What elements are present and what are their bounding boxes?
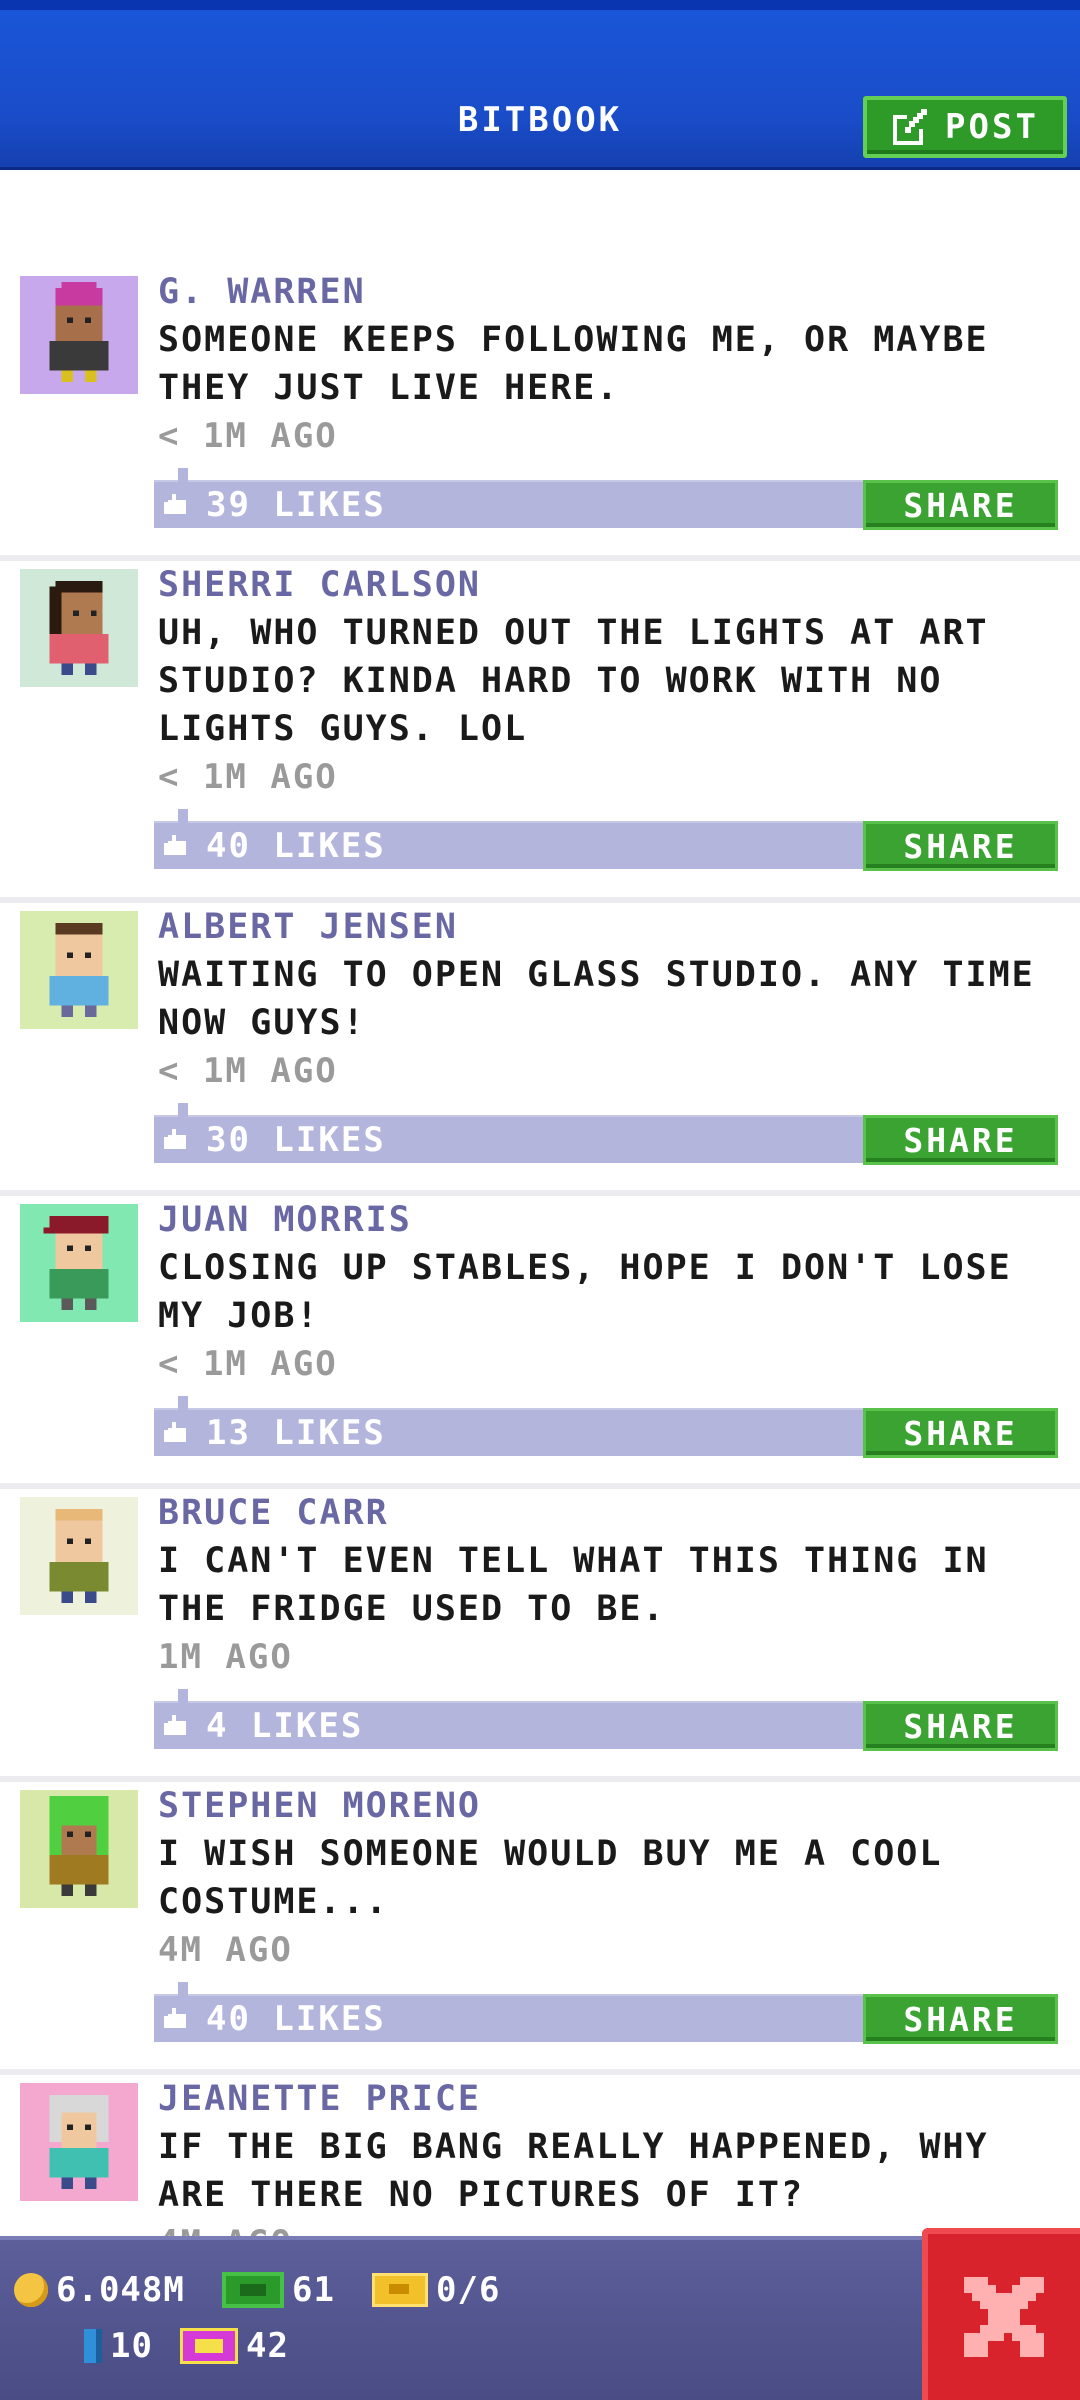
feed-post: STEPHEN MORENO I WISH SOMEONE WOULD BUY … — [0, 1782, 1080, 2075]
feed-post: BRUCE CARR I CAN'T EVEN TELL WHAT THIS T… — [0, 1489, 1080, 1782]
vip-value: 42 — [246, 2326, 289, 2366]
post-author[interactable]: BRUCE CARR — [158, 1489, 1068, 1537]
thumbs-up-icon[interactable] — [164, 1422, 188, 1444]
share-button[interactable]: SHARE — [863, 821, 1058, 871]
bux-value: 61 — [292, 2270, 335, 2310]
coins-stat[interactable]: 6.048M — [14, 2270, 185, 2310]
post-author[interactable]: ALBERT JENSEN — [158, 903, 1068, 951]
thumbs-up-icon[interactable] — [164, 494, 188, 516]
thumbs-up-icon[interactable] — [164, 1129, 188, 1151]
likes-bar: 13 LIKES SHARE — [154, 1396, 1058, 1458]
cubes-value: 10 — [110, 2326, 153, 2366]
likes-count: 40 LIKES — [206, 1999, 386, 2039]
share-button[interactable]: SHARE — [863, 1408, 1058, 1458]
post-time: < 1M AGO — [158, 1344, 338, 1384]
avatar[interactable] — [20, 1204, 138, 1322]
post-time: 1M AGO — [158, 1637, 293, 1677]
feed-post: G. WARREN SOMEONE KEEPS FOLLOWING ME, OR… — [0, 268, 1080, 561]
news-feed[interactable]: G. WARREN SOMEONE KEEPS FOLLOWING ME, OR… — [0, 268, 1080, 2368]
avatar[interactable] — [20, 1497, 138, 1615]
avatar[interactable] — [20, 2083, 138, 2201]
post-message: IF THE BIG BANG REALLY HAPPENED, WHY ARE… — [158, 2127, 989, 2215]
tickets-value: 0/6 — [436, 2270, 501, 2310]
post-author[interactable]: JEANETTE PRICE — [158, 2075, 1068, 2123]
avatar[interactable] — [20, 1790, 138, 1908]
share-button[interactable]: SHARE — [863, 1701, 1058, 1751]
post-time: < 1M AGO — [158, 757, 338, 797]
thumbs-up-icon[interactable] — [164, 835, 188, 857]
cube-icon — [84, 2329, 102, 2363]
likes-bar: 40 LIKES SHARE — [154, 1982, 1058, 2044]
post-author[interactable]: STEPHEN MORENO — [158, 1782, 1068, 1830]
close-button[interactable] — [922, 2228, 1080, 2400]
likes-count: 40 LIKES — [206, 826, 386, 866]
status-bar: 6.048M 61 0/6 10 42 — [0, 2236, 1080, 2400]
avatar[interactable] — [20, 569, 138, 687]
post-time: < 1M AGO — [158, 416, 338, 456]
post-button-label: POST — [945, 107, 1039, 147]
likes-bar: 30 LIKES SHARE — [154, 1103, 1058, 1165]
post-message: SOMEONE KEEPS FOLLOWING ME, OR MAYBE THE… — [158, 320, 989, 408]
feed-post: SHERRI CARLSON UH, WHO TURNED OUT THE LI… — [0, 561, 1080, 903]
close-icon — [964, 2277, 1044, 2357]
post-time: < 1M AGO — [158, 1051, 338, 1091]
post-author[interactable]: JUAN MORRIS — [158, 1196, 1068, 1244]
likes-bar: 39 LIKES SHARE — [154, 468, 1058, 530]
post-time: 4M AGO — [158, 1930, 293, 1970]
vip-stat[interactable]: 42 — [180, 2326, 289, 2366]
likes-count: 30 LIKES — [206, 1120, 386, 1160]
post-button[interactable]: POST — [863, 96, 1067, 158]
avatar[interactable] — [20, 911, 138, 1029]
share-button[interactable]: SHARE — [863, 1115, 1058, 1165]
post-author[interactable]: SHERRI CARLSON — [158, 561, 1068, 609]
post-message: I CAN'T EVEN TELL WHAT THIS THING IN THE… — [158, 1541, 989, 1629]
feed-post: JUAN MORRIS CLOSING UP STABLES, HOPE I D… — [0, 1196, 1080, 1489]
edit-icon — [893, 109, 928, 145]
post-message: CLOSING UP STABLES, HOPE I DON'T LOSE MY… — [158, 1248, 1012, 1336]
likes-count: 4 LIKES — [206, 1706, 364, 1746]
coins-value: 6.048M — [56, 2270, 185, 2310]
post-message: WAITING TO OPEN GLASS STUDIO. ANY TIME N… — [158, 955, 1035, 1043]
bux-icon — [222, 2272, 284, 2308]
avatar[interactable] — [20, 276, 138, 394]
tickets-stat[interactable]: 0/6 — [372, 2270, 500, 2310]
ticket-icon — [372, 2273, 428, 2307]
coin-icon — [14, 2273, 48, 2307]
post-message: UH, WHO TURNED OUT THE LIGHTS AT ART STU… — [158, 613, 989, 749]
thumbs-up-icon[interactable] — [164, 1715, 188, 1737]
thumbs-up-icon[interactable] — [164, 2008, 188, 2030]
likes-count: 13 LIKES — [206, 1413, 386, 1453]
post-author[interactable]: G. WARREN — [158, 268, 1068, 316]
header-bar: BITBOOK POST — [0, 0, 1080, 170]
bux-stat[interactable]: 61 — [222, 2270, 335, 2310]
share-button[interactable]: SHARE — [863, 480, 1058, 530]
likes-count: 39 LIKES — [206, 485, 386, 525]
vip-icon — [180, 2328, 238, 2364]
post-message: I WISH SOMEONE WOULD BUY ME A COOL COSTU… — [158, 1834, 943, 1922]
likes-bar: 4 LIKES SHARE — [154, 1689, 1058, 1751]
feed-post: ALBERT JENSEN WAITING TO OPEN GLASS STUD… — [0, 903, 1080, 1196]
share-button[interactable]: SHARE — [863, 1994, 1058, 2044]
likes-bar: 40 LIKES SHARE — [154, 809, 1058, 871]
cubes-stat[interactable]: 10 — [84, 2326, 153, 2366]
